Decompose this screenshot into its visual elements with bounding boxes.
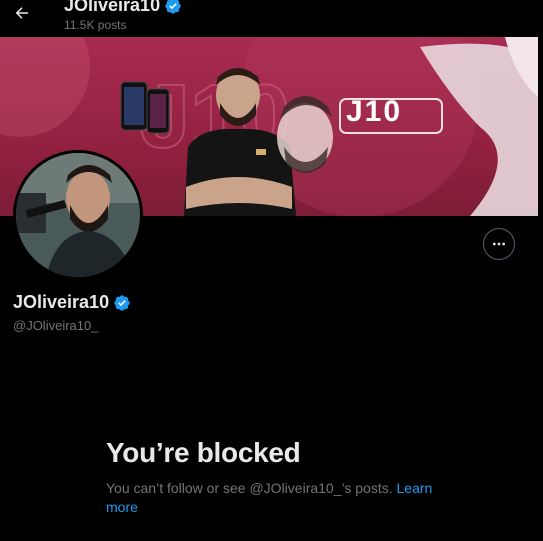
profile-name: JOliveira10: [13, 292, 131, 313]
more-horizontal-icon: [493, 242, 505, 246]
top-header: JOliveira10 11.5K posts: [0, 0, 543, 37]
avatar[interactable]: [13, 150, 143, 280]
header-title: JOliveira10: [64, 0, 182, 16]
blocked-description: You can’t follow or see @JOliveira10_’s …: [106, 479, 436, 517]
blocked-title: You’re blocked: [106, 437, 301, 468]
blocked-desc-prefix: You can’t follow or see: [106, 480, 250, 496]
profile-handle: @JOliveira10_: [13, 318, 99, 333]
post-count: 11.5K posts: [64, 18, 127, 32]
avatar-photo: [16, 153, 140, 277]
header-name: JOliveira10: [64, 0, 161, 15]
display-name-text: JOliveira10: [13, 292, 110, 312]
verified-badge-icon[interactable]: [113, 294, 131, 312]
verified-badge-icon: [165, 0, 181, 14]
more-options-button[interactable]: [483, 228, 515, 260]
banner-logo: J10: [346, 95, 403, 128]
arrow-left-icon: [15, 7, 28, 19]
banner-edge: [538, 37, 543, 216]
blocked-desc-handle: @JOliveira10_: [249, 480, 342, 496]
back-button[interactable]: [12, 3, 32, 23]
blocked-desc-suffix: ’s posts.: [341, 480, 397, 496]
